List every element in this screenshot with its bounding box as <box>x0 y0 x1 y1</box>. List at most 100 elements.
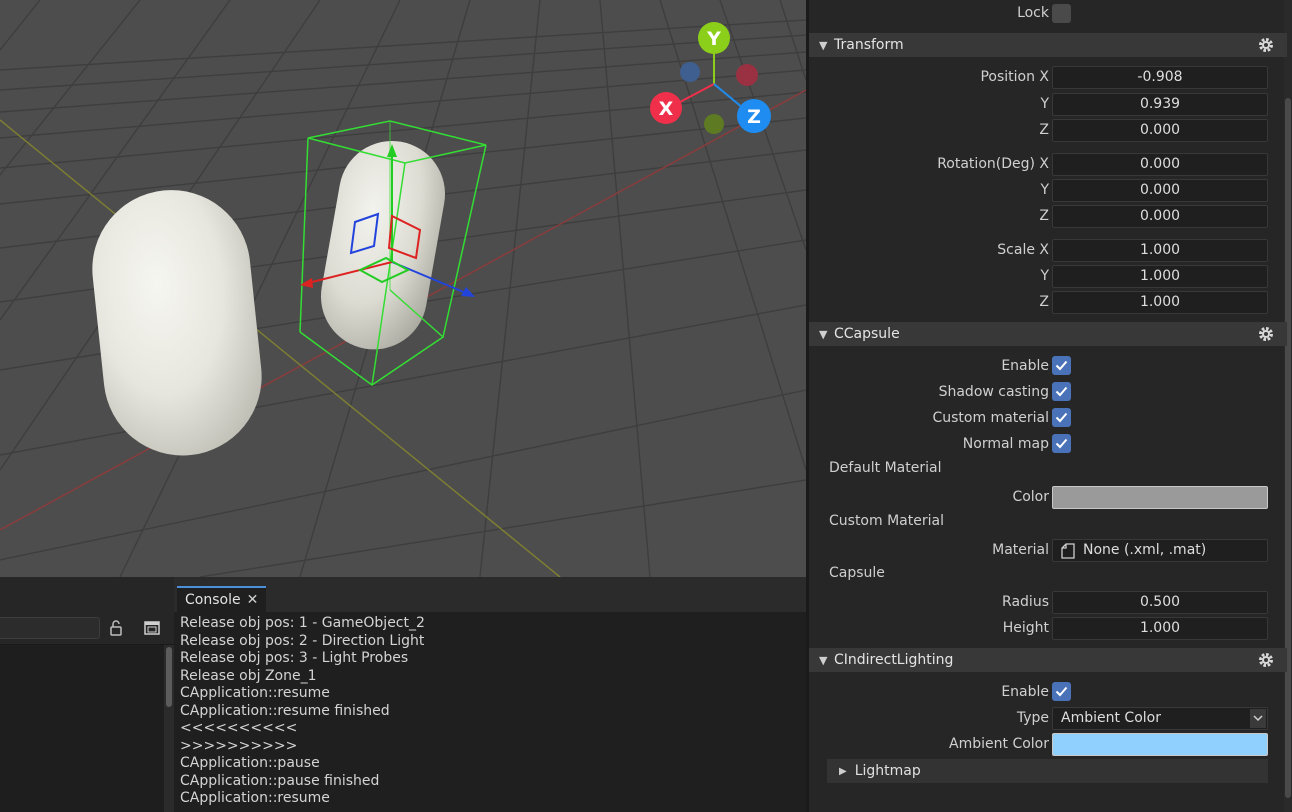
scale-x-field[interactable]: 1.000 <box>1052 239 1268 262</box>
position-z-field[interactable]: 0.000 <box>1052 119 1268 142</box>
normal-map-label: Normal map <box>962 436 1049 452</box>
transform-title: Transform <box>834 37 904 53</box>
color-label: Color <box>1012 489 1049 505</box>
checkmark-icon <box>1055 438 1068 449</box>
ambient-color-swatch[interactable] <box>1052 733 1268 756</box>
gear-icon[interactable] <box>1257 325 1275 347</box>
position-y-field[interactable]: 0.939 <box>1052 93 1268 116</box>
position-x-field[interactable]: -0.908 <box>1052 66 1268 89</box>
capsule-section-header[interactable]: ▼ CCapsule <box>809 322 1287 346</box>
gizmo-neg-y[interactable] <box>704 114 724 134</box>
window-icon[interactable] <box>141 617 163 639</box>
close-icon[interactable]: ✕ <box>247 592 259 608</box>
shadow-casting-checkbox[interactable] <box>1052 382 1071 401</box>
console-line: >>>>>>>>>> <box>180 737 298 754</box>
indirect-enable-checkbox[interactable] <box>1052 682 1071 701</box>
capsule-enable-label: Enable <box>1001 358 1049 374</box>
indirect-lighting-title: CIndirectLighting <box>834 652 954 668</box>
checkmark-icon <box>1055 686 1068 697</box>
gear-icon[interactable] <box>1257 36 1275 58</box>
collapse-arrow-icon: ▼ <box>819 38 828 52</box>
console-line: Release obj Zone_1 <box>180 667 317 684</box>
height-label: Height <box>1002 620 1049 636</box>
console-line: Release obj pos: 2 - Direction Light <box>180 632 425 649</box>
file-icon <box>1061 542 1075 559</box>
console-line: CApplication::resume <box>180 790 330 806</box>
console-line: CApplication::pause <box>180 755 320 771</box>
console-panel: Console ✕ Release obj pos: 1 - GameObjec… <box>174 577 806 812</box>
console-tabbar: Console ✕ <box>174 577 806 612</box>
scale-z-field[interactable]: 1.000 <box>1052 291 1268 314</box>
collapse-arrow-icon: ▼ <box>819 327 828 341</box>
checkmark-icon <box>1055 386 1068 397</box>
lock-label: Lock <box>1017 5 1049 21</box>
gizmo-x-label: X <box>659 98 674 120</box>
capsule-object-selected[interactable] <box>313 133 454 358</box>
radius-field[interactable]: 0.500 <box>1052 591 1268 614</box>
rotation-x-field[interactable]: 0.000 <box>1052 153 1268 176</box>
inspector-scrollbar[interactable] <box>1284 0 1292 812</box>
custom-material-checkbox[interactable] <box>1052 408 1071 427</box>
default-material-heading: Default Material <box>829 460 942 476</box>
rotation-z-label: Z <box>1039 208 1049 224</box>
expand-arrow-icon: ▶ <box>839 765 847 777</box>
color-swatch[interactable] <box>1052 486 1268 509</box>
capsule-enable-checkbox[interactable] <box>1052 356 1071 375</box>
scale-y-label: Y <box>1040 268 1049 284</box>
radius-label: Radius <box>1002 594 1049 610</box>
position-y-label: Y <box>1040 96 1049 112</box>
indirect-lighting-section-header[interactable]: ▼ CIndirectLighting <box>809 648 1287 672</box>
indirect-enable-label: Enable <box>1001 684 1049 700</box>
rotation-x-label: Rotation(Deg) X <box>937 156 1049 172</box>
material-field[interactable]: None (.xml, .mat) <box>1052 539 1268 562</box>
console-log[interactable]: Release obj pos: 1 - GameObject_2 Releas… <box>180 615 800 808</box>
hierarchy-scrollbar[interactable] <box>164 645 174 812</box>
hierarchy-search-input[interactable] <box>0 617 100 639</box>
transform-section-header[interactable]: ▼ Transform <box>809 33 1287 57</box>
tab-console-label: Console <box>185 592 241 608</box>
console-line: CApplication::pause finished <box>180 772 380 789</box>
position-z-label: Z <box>1039 122 1049 138</box>
checkmark-icon <box>1055 360 1068 371</box>
custom-material-heading: Custom Material <box>829 513 944 529</box>
hierarchy-toolbar <box>0 577 174 645</box>
console-line: CApplication::resume finished <box>180 702 390 719</box>
console-line: CApplication::resume <box>180 685 330 701</box>
gear-icon[interactable] <box>1257 651 1275 673</box>
scale-z-label: Z <box>1039 294 1049 310</box>
gizmo-neg-x[interactable] <box>680 62 700 82</box>
material-value: None (.xml, .mat) <box>1083 542 1207 558</box>
normal-map-checkbox[interactable] <box>1052 434 1071 453</box>
collapse-arrow-icon: ▼ <box>819 653 828 667</box>
checkmark-icon <box>1055 412 1068 423</box>
console-line: Release obj pos: 3 - Light Probes <box>180 650 409 666</box>
type-label: Type <box>1016 710 1049 726</box>
inspector-panel: Lock ▼ Transform Position X -0.908 Y 0.9… <box>806 0 1292 812</box>
scene-viewport[interactable]: Y X Z <box>0 0 806 577</box>
capsule-heading: Capsule <box>829 565 885 581</box>
type-select[interactable]: Ambient Color <box>1052 707 1268 730</box>
console-line: <<<<<<<<<< <box>180 720 298 736</box>
height-field[interactable]: 1.000 <box>1052 617 1268 640</box>
hierarchy-panel <box>0 577 174 812</box>
ambient-color-label: Ambient Color <box>949 736 1049 752</box>
type-value: Ambient Color <box>1061 710 1161 726</box>
rotation-z-field[interactable]: 0.000 <box>1052 205 1268 228</box>
rotation-y-field[interactable]: 0.000 <box>1052 179 1268 202</box>
position-x-label: Position X <box>980 69 1049 85</box>
lightmap-foldout[interactable]: ▶ Lightmap <box>827 759 1268 783</box>
scene-canvas[interactable]: Y X Z <box>0 0 806 577</box>
console-line: Release obj pos: 1 - GameObject_2 <box>180 615 425 631</box>
chevron-down-icon[interactable] <box>1250 709 1266 728</box>
scale-x-label: Scale X <box>997 242 1049 258</box>
unlock-icon[interactable] <box>106 617 128 639</box>
lock-checkbox[interactable] <box>1052 4 1071 23</box>
scale-y-field[interactable]: 1.000 <box>1052 265 1268 288</box>
capsule-title: CCapsule <box>834 326 900 342</box>
gizmo-neg-z[interactable] <box>736 64 758 86</box>
gizmo-z-label: Z <box>747 106 761 128</box>
capsule-object-left[interactable] <box>85 182 270 463</box>
lightmap-label: Lightmap <box>854 763 921 779</box>
rotation-y-label: Y <box>1040 182 1049 198</box>
tab-console[interactable]: Console ✕ <box>177 586 267 612</box>
